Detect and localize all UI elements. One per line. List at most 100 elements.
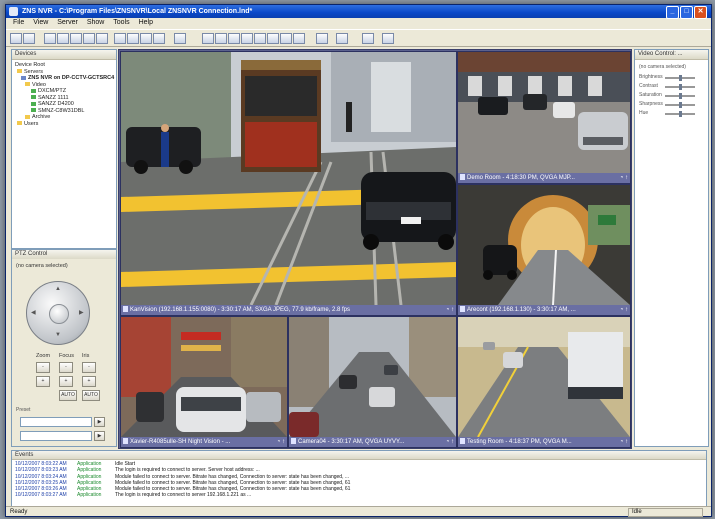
hue-slider[interactable] [665, 111, 695, 117]
split-2-icon[interactable] [215, 33, 227, 44]
contrast-slider[interactable] [665, 84, 695, 90]
status-text: Ready [10, 509, 28, 515]
tour-go-button[interactable]: ▶ [94, 431, 105, 441]
saturation-label: Saturation [639, 92, 662, 98]
preset-label: Preset [16, 407, 31, 413]
camera-tile-camera04[interactable]: Camera04 - 3:30:17 AM, QVGA UYVY... ◔ ↑ [288, 316, 457, 448]
event-log-title: Events [12, 451, 706, 460]
menu-view[interactable]: View [33, 18, 48, 28]
camera-feed-camera04 [289, 317, 456, 437]
iris-auto-button[interactable]: AUTO [82, 390, 100, 401]
toolbar [6, 29, 711, 47]
zoom-icon[interactable] [382, 33, 394, 44]
camera-icon [31, 88, 36, 93]
menu-tools[interactable]: Tools [113, 18, 129, 28]
camera-caption: Xavier-R4085ulle-SH Night Vision - ... ◔… [121, 437, 287, 447]
event-log-panel: Events 10/12/2007 8:03:22 AM Application I… [11, 450, 707, 507]
layout-4x4-icon[interactable] [83, 33, 95, 44]
folder-icon [25, 82, 30, 87]
camera-tile-demo-room[interactable]: Demo Room - 4:18:30 PM, QVGA MJP... ◔ ↑ [457, 51, 631, 184]
split-1-icon[interactable] [202, 33, 214, 44]
folder-icon [17, 69, 22, 74]
window-title: ZNS NVR - C:\Program Files\ZNSNVR\Local … [22, 8, 253, 15]
fullscreen-icon[interactable] [114, 33, 126, 44]
arrow-down-icon: ▼ [55, 332, 61, 338]
zoom-out-button[interactable]: - [36, 362, 50, 373]
preset-go-button[interactable]: ▶ [94, 417, 105, 427]
camera-caption: Demo Room - 4:18:30 PM, QVGA MJP... ◔ ↑ [458, 173, 630, 183]
iris-close-button[interactable]: - [82, 362, 96, 373]
text-icon[interactable] [362, 33, 374, 44]
snapshot-record-icon[interactable]: ◔ ↑ [620, 437, 628, 447]
split-3-icon[interactable] [228, 33, 240, 44]
saturation-slider[interactable] [665, 93, 695, 99]
layout-1x1-icon[interactable] [44, 33, 56, 44]
iris-label: Iris [82, 353, 90, 359]
camera-icon [123, 306, 128, 313]
camera-tile-kanvision[interactable]: KanVision (192.168.1.155:0080) - 3:30:17… [120, 51, 457, 316]
snapshot-record-icon[interactable]: ◔ ↑ [446, 305, 454, 315]
ptz-panel: PTZ Control (no camera selected) ▲ ▼ ◀ ▶… [11, 249, 117, 447]
app-window: ZNS NVR - C:\Program Files\ZNSNVR\Local … [5, 4, 712, 517]
camera-feed-testing-room [458, 317, 630, 437]
camera-icon [460, 174, 465, 181]
tree-item-server[interactable]: ZNS NVR on DP-CCTV-GCTSRC4 [15, 75, 114, 82]
contrast-label: Contrast [639, 83, 658, 89]
camera-tile-xavier[interactable]: Xavier-R4085ulle-SH Night Vision - ... ◔… [120, 316, 288, 448]
tour-select[interactable] [20, 431, 92, 441]
ptz-joystick[interactable]: ▲ ▼ ◀ ▶ [26, 281, 90, 345]
layout-2x2-icon[interactable] [57, 33, 69, 44]
layout-3x3-icon[interactable] [70, 33, 82, 44]
split-4-icon[interactable] [241, 33, 253, 44]
print-icon[interactable] [174, 33, 186, 44]
camera-caption: Camera04 - 3:30:17 AM, QVGA UYVY... ◔ ↑ [289, 437, 456, 447]
preset-select[interactable] [20, 417, 92, 427]
brightness-slider[interactable] [665, 75, 695, 81]
title-bar[interactable]: ZNS NVR - C:\Program Files\ZNSNVR\Local … [6, 5, 711, 19]
snapshot-record-icon[interactable]: ◔ ↑ [277, 437, 285, 447]
menu-server[interactable]: Server [57, 18, 78, 28]
menu-file[interactable]: File [13, 18, 24, 28]
layout-custom-icon[interactable] [96, 33, 108, 44]
snapshot-record-icon[interactable]: ◔ ↑ [620, 305, 628, 315]
arrow-up-icon: ▲ [55, 286, 61, 292]
zoom-label: Zoom [36, 353, 51, 359]
video-panel-title: Video Control: ... [635, 50, 708, 60]
joystick-knob[interactable] [49, 304, 69, 324]
split-6-icon[interactable] [267, 33, 279, 44]
menu-show[interactable]: Show [87, 18, 105, 28]
camera-icon [31, 108, 36, 113]
devices-panel: Devices Device Root Servers ZNS NVR on D… [11, 49, 117, 249]
snapshot-record-icon[interactable]: ◔ ↑ [620, 173, 628, 183]
focus-far-button[interactable]: + [59, 376, 73, 387]
log-row[interactable]: 10/12/2007 8:03:27 AM Application The logi… [15, 492, 703, 498]
camera-feed-arecont [458, 185, 630, 305]
focus-near-button[interactable]: - [59, 362, 73, 373]
save-icon[interactable] [23, 33, 35, 44]
split-7-icon[interactable] [280, 33, 292, 44]
monitor-icon[interactable] [316, 33, 328, 44]
app-icon [9, 7, 18, 16]
video-control-panel: Video Control: ... (no camera selected) … [634, 49, 709, 447]
record-icon[interactable] [127, 33, 139, 44]
camera-tile-testing-room[interactable]: Testing Room - 4:18:37 PM, QVGA M... ◔ ↑ [457, 316, 631, 448]
iris-open-button[interactable]: + [82, 376, 96, 387]
split-8-icon[interactable] [293, 33, 305, 44]
camera-feed-demo-room [458, 52, 630, 173]
focus-auto-button[interactable]: AUTO [59, 390, 77, 401]
split-5-icon[interactable] [254, 33, 266, 44]
snapshot-record-icon[interactable]: ◔ ↑ [446, 437, 454, 447]
menu-help[interactable]: Help [139, 18, 153, 28]
camera-caption: KanVision (192.168.1.155:0080) - 3:30:17… [121, 305, 456, 315]
camera-icon[interactable] [140, 33, 152, 44]
arrow-right-icon: ▶ [79, 310, 84, 316]
new-icon[interactable] [10, 33, 22, 44]
sharpness-slider[interactable] [665, 102, 695, 108]
camera-icon [460, 438, 465, 445]
tree-item-users[interactable]: Users [15, 121, 113, 128]
properties-icon[interactable] [153, 33, 165, 44]
camera-tile-arecont[interactable]: Arecont (192.168.1.130) - 3:30:17 AM, ..… [457, 184, 631, 316]
settings-icon[interactable] [336, 33, 348, 44]
camera-icon [291, 438, 296, 445]
zoom-in-button[interactable]: + [36, 376, 50, 387]
